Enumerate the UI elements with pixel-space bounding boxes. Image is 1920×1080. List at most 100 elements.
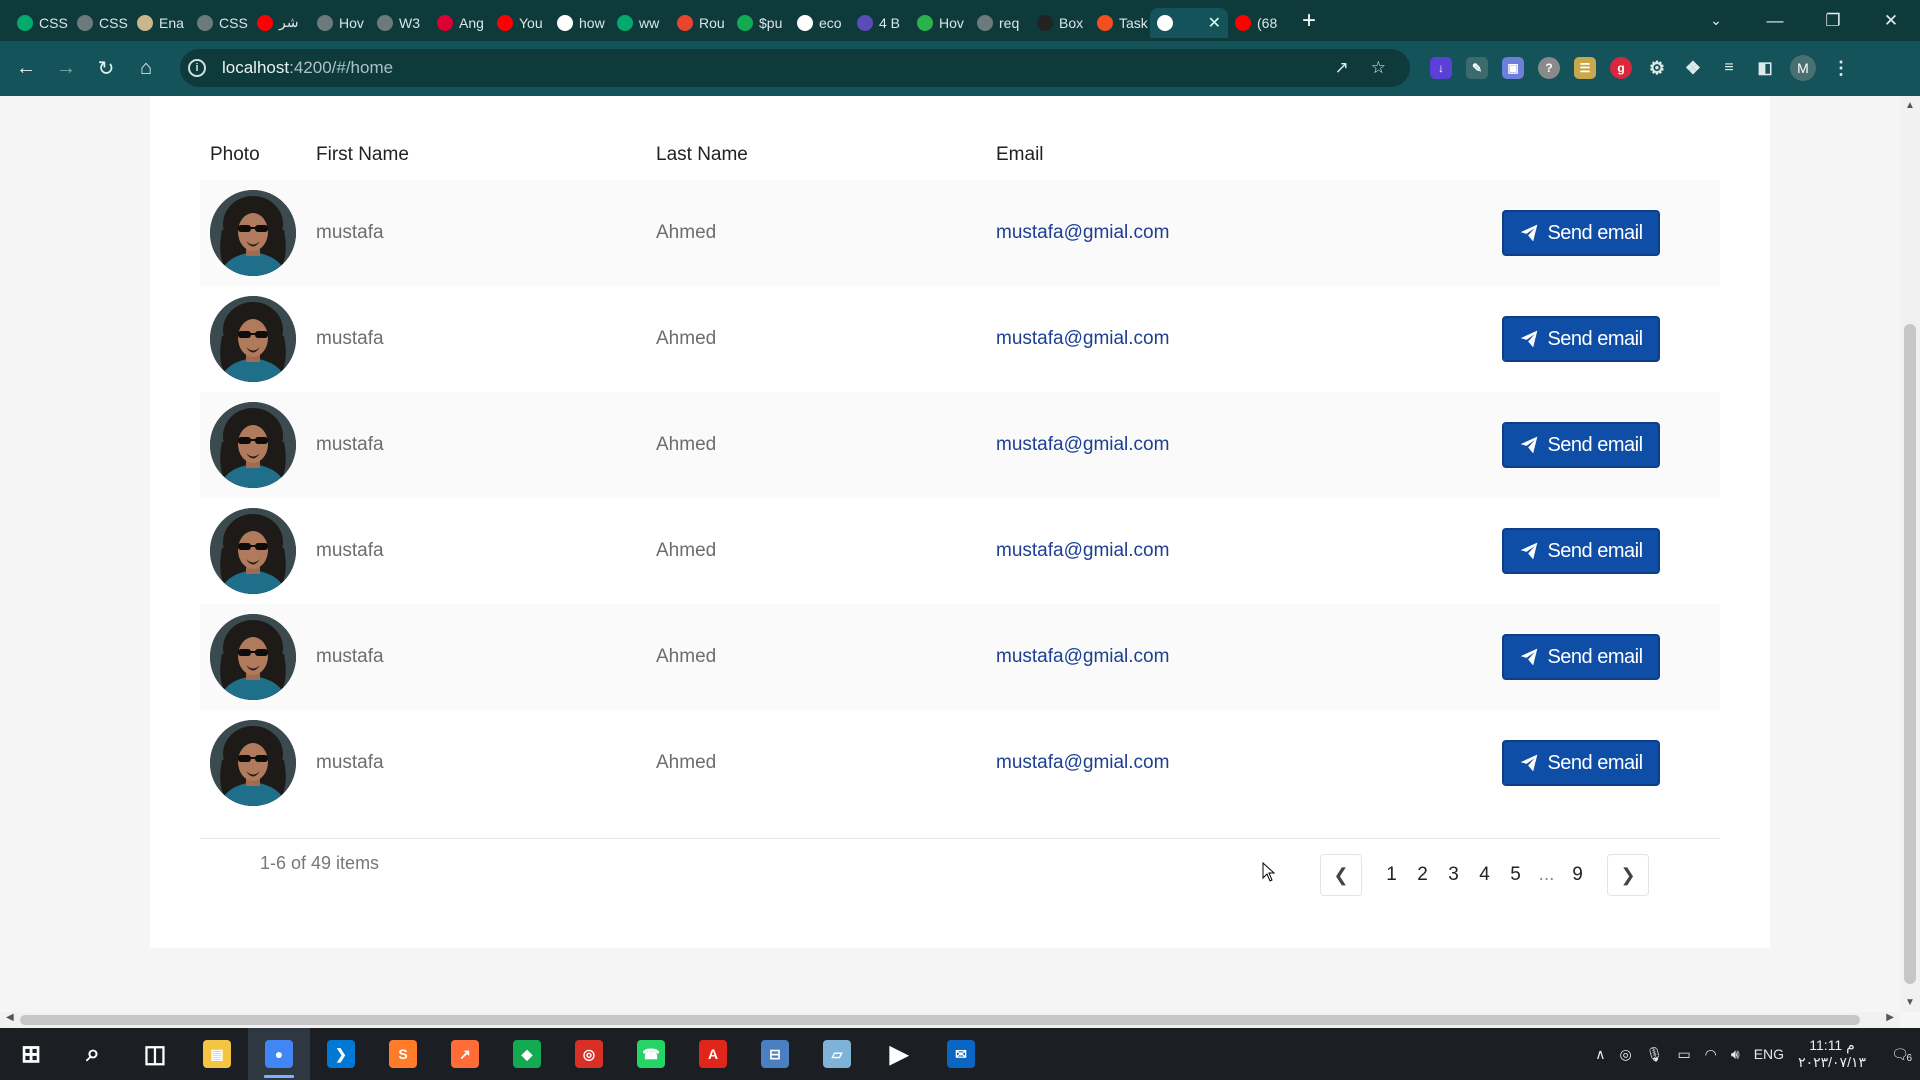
taskbar-app[interactable]: ⊟ (744, 1028, 806, 1080)
browser-tab[interactable]: Box (1030, 8, 1090, 38)
send-email-button[interactable]: Send email (1502, 740, 1660, 786)
taskbar-app[interactable]: ● (248, 1028, 310, 1080)
horizontal-scroll-thumb[interactable] (20, 1015, 1860, 1025)
browser-tab[interactable]: ww (610, 8, 670, 38)
last-name-column-header[interactable]: Last Name (656, 144, 748, 166)
home-icon[interactable]: ⌂ (126, 57, 166, 80)
browser-tab[interactable]: Ang (430, 8, 490, 38)
browser-tab[interactable]: (68 (1228, 8, 1288, 38)
language-indicator[interactable]: ENG (1754, 1046, 1784, 1062)
scroll-left-icon[interactable]: ◀ (6, 1012, 14, 1023)
restore-icon[interactable]: ❐ (1804, 11, 1862, 31)
browser-tab[interactable]: Task (1090, 8, 1150, 38)
reload-icon[interactable]: ↻ (86, 56, 126, 81)
browser-tab[interactable]: req (970, 8, 1030, 38)
send-email-button[interactable]: Send email (1502, 634, 1660, 680)
profile-avatar[interactable]: M (1790, 55, 1816, 81)
minimize-icon[interactable]: — (1746, 11, 1804, 31)
new-tab-button[interactable]: + (1302, 7, 1316, 35)
extensions-puzzle-icon[interactable]: ❖ (1682, 57, 1704, 79)
taskbar-app[interactable]: ✉ (930, 1028, 992, 1080)
browser-tab[interactable]: how (550, 8, 610, 38)
page-number-button[interactable]: 9 (1562, 864, 1593, 886)
battery-icon[interactable]: ▭ (1677, 1046, 1690, 1063)
email-column-header[interactable]: Email (996, 144, 1044, 166)
vertical-scrollbar[interactable]: ▲ ▼ (1900, 96, 1920, 1012)
settings-gear-icon[interactable]: ⚙ (1646, 57, 1668, 79)
browser-tab[interactable]: You (490, 8, 550, 38)
email-link[interactable]: mustafa@gmial.com (996, 540, 1169, 562)
taskbar-app[interactable]: ⌕ (62, 1028, 124, 1080)
close-window-icon[interactable]: ✕ (1862, 11, 1920, 31)
scroll-right-icon[interactable]: ▶ (1886, 1012, 1894, 1023)
email-link[interactable]: mustafa@gmial.com (996, 328, 1169, 350)
taskbar-app[interactable]: A (682, 1028, 744, 1080)
browser-tab[interactable]: Rou (670, 8, 730, 38)
browser-tab[interactable]: 4 B (850, 8, 910, 38)
reading-list-icon[interactable]: ≡ (1718, 57, 1740, 79)
grammar-extension-icon[interactable]: g (1610, 57, 1632, 79)
color-picker-extension-icon[interactable]: ✎ (1466, 57, 1488, 79)
taskbar-app[interactable]: S (372, 1028, 434, 1080)
url-text[interactable]: localhost:4200/#/home (222, 58, 393, 78)
download-extension-icon[interactable]: ↓ (1430, 57, 1452, 79)
taskbar-app[interactable]: ☎ (620, 1028, 682, 1080)
taskbar-app[interactable]: ▱ (806, 1028, 868, 1080)
prev-page-button[interactable]: ❮ (1320, 854, 1362, 896)
scroll-down-icon[interactable]: ▼ (1900, 997, 1920, 1008)
email-link[interactable]: mustafa@gmial.com (996, 434, 1169, 456)
scroll-up-icon[interactable]: ▲ (1900, 100, 1920, 111)
browser-tab[interactable]: ✕ (1150, 7, 1228, 38)
share-icon[interactable]: ↗ (1335, 58, 1349, 78)
taskbar-app[interactable]: ◆ (496, 1028, 558, 1080)
horizontal-scrollbar[interactable]: ◀ ▶ (0, 1012, 1900, 1028)
show-hidden-icons-icon[interactable]: ∧ (1595, 1046, 1605, 1063)
wifi-icon[interactable]: ◠ (1705, 1046, 1717, 1063)
page-number-button[interactable]: 4 (1469, 864, 1500, 886)
pagination-ellipsis[interactable]: ... (1531, 864, 1562, 886)
browser-tab[interactable]: CSS (10, 8, 70, 38)
site-info-icon[interactable]: i (188, 59, 206, 77)
help-extension-icon[interactable]: ? (1538, 57, 1560, 79)
browser-tab[interactable]: Hov (310, 8, 370, 38)
notification-center-icon[interactable]: 🗨︎ 6 (1880, 1046, 1920, 1064)
taskbar-app[interactable]: ▤ (186, 1028, 248, 1080)
page-number-button[interactable]: 5 (1500, 864, 1531, 886)
first-name-column-header[interactable]: First Name (316, 144, 409, 166)
browser-tab[interactable]: شر (250, 8, 310, 38)
send-email-button[interactable]: Send email (1502, 316, 1660, 362)
browser-tab[interactable]: Hov (910, 8, 970, 38)
email-link[interactable]: mustafa@gmial.com (996, 222, 1169, 244)
taskbar-app[interactable]: ❯ (310, 1028, 372, 1080)
send-email-button[interactable]: Send email (1502, 422, 1660, 468)
menu-kebab-icon[interactable]: ⋮ (1830, 57, 1852, 79)
email-link[interactable]: mustafa@gmial.com (996, 752, 1169, 774)
browser-tab[interactable]: eco (790, 8, 850, 38)
webcam-icon[interactable]: ◎ (1619, 1046, 1631, 1063)
page-number-button[interactable]: 2 (1407, 864, 1438, 886)
taskbar-app[interactable]: ◎ (558, 1028, 620, 1080)
taskbar-app[interactable]: ⊞ (0, 1028, 62, 1080)
email-link[interactable]: mustafa@gmial.com (996, 646, 1169, 668)
window-extension-icon[interactable]: ▣ (1502, 57, 1524, 79)
browser-tab[interactable]: $pu (730, 8, 790, 38)
clock[interactable]: 11:11 م ٢٠٢٣/٠٧/١٣ (1798, 1037, 1866, 1071)
taskbar-app[interactable]: ◫ (124, 1028, 186, 1080)
send-email-button[interactable]: Send email (1502, 528, 1660, 574)
browser-tab[interactable]: CSS (190, 8, 250, 38)
page-number-button[interactable]: 3 (1438, 864, 1469, 886)
browser-tab[interactable]: W3 (370, 8, 430, 38)
forward-arrow-icon[interactable]: → (46, 57, 86, 80)
notes-extension-icon[interactable]: ☰ (1574, 57, 1596, 79)
taskbar-app[interactable]: ▶ (868, 1028, 930, 1080)
browser-tab[interactable]: CSS (70, 8, 130, 38)
microphone-icon[interactable]: 🎙︎ (1646, 1046, 1664, 1063)
back-arrow-icon[interactable]: ← (6, 57, 46, 80)
page-number-button[interactable]: 1 (1376, 864, 1407, 886)
bookmark-star-icon[interactable]: ☆ (1371, 58, 1386, 78)
address-bar[interactable]: i localhost:4200/#/home ↗ ☆ (180, 49, 1410, 87)
browser-tab[interactable]: Ena (130, 8, 190, 38)
side-panel-icon[interactable]: ◧ (1754, 57, 1776, 79)
send-email-button[interactable]: Send email (1502, 210, 1660, 256)
next-page-button[interactable]: ❯ (1607, 854, 1649, 896)
